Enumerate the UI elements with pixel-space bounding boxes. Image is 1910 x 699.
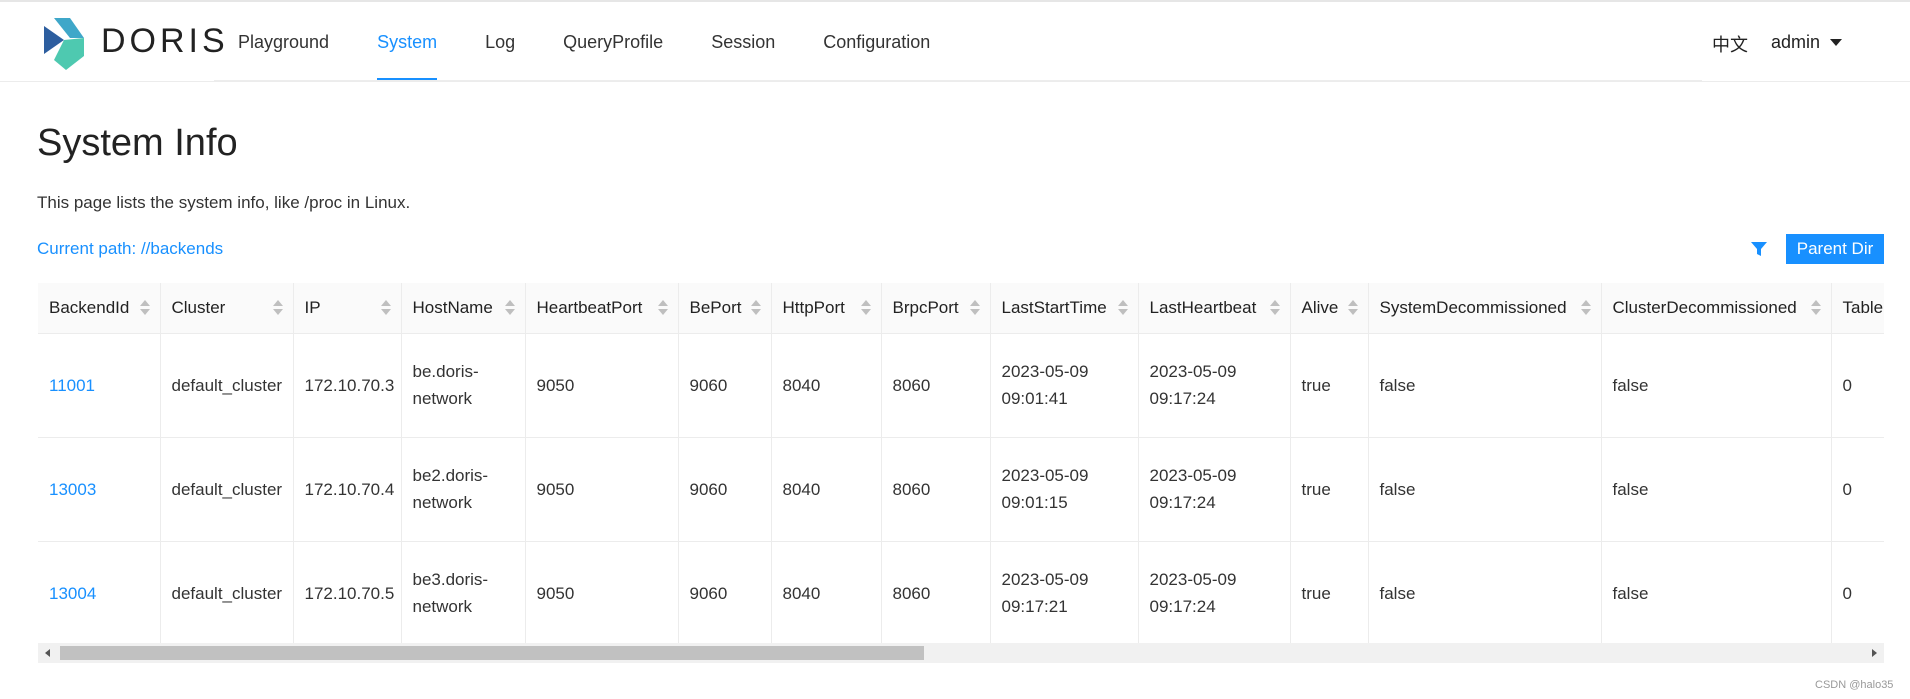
sort-icon[interactable] [504,300,515,316]
last-start-time-cell: 2023-05-09 09:17:21 [990,541,1139,643]
system-decommissioned-cell: false [1368,437,1602,542]
column-header[interactable]: BackendId [38,283,161,334]
sort-icon[interactable] [272,300,283,316]
backends-table: BackendId Cluster IP HostName HeartbeatP… [38,283,1884,643]
top-header: DORIS Playground System Log QueryProfile… [0,0,1910,82]
last-start-time-cell: 2023-05-09 09:01:15 [990,437,1139,542]
alive-cell: true [1290,333,1369,438]
sort-icon[interactable] [1347,300,1358,316]
filter-icon[interactable] [1750,240,1768,258]
column-header[interactable]: IP [293,283,402,334]
brand-name[interactable]: DORIS [101,22,229,61]
backend-id-link[interactable]: 13004 [38,541,161,643]
table-row: 11001 default_cluster 172.10.70.3 be.dor… [38,333,1884,438]
sort-icon[interactable] [1810,300,1821,316]
http-port-cell: 8040 [771,333,882,438]
cluster-cell: default_cluster [160,333,294,438]
column-header[interactable]: LastHeartbeat [1138,283,1291,334]
page-title: System Info [37,122,238,164]
column-header[interactable]: HostName [401,283,526,334]
nav-queryprofile[interactable]: QueryProfile [539,2,687,82]
column-header[interactable]: BePort [678,283,772,334]
heartbeat-port-cell: 9050 [525,437,679,542]
sort-icon[interactable] [969,300,980,316]
sort-icon[interactable] [750,300,761,316]
http-port-cell: 8040 [771,437,882,542]
be-port-cell: 9060 [678,437,772,542]
brpc-port-cell: 8060 [881,333,991,438]
cluster-decommissioned-cell: false [1601,437,1832,542]
nav-playground[interactable]: Playground [214,2,353,82]
nav-log[interactable]: Log [461,2,539,82]
hostname-cell: be2.doris-network [401,437,526,542]
be-port-cell: 9060 [678,333,772,438]
brpc-port-cell: 8060 [881,541,991,643]
scrollbar-thumb[interactable] [60,646,924,660]
http-port-cell: 8040 [771,541,882,643]
table-row: 13003 default_cluster 172.10.70.4 be2.do… [38,437,1884,542]
sort-icon[interactable] [380,300,391,316]
ip-cell: 172.10.70.5 [293,541,402,643]
cluster-decommissioned-cell: false [1601,333,1832,438]
sort-icon[interactable] [657,300,668,316]
nav-configuration[interactable]: Configuration [799,2,954,82]
table-num-cell: 0 [1831,333,1884,438]
ip-cell: 172.10.70.4 [293,437,402,542]
column-header[interactable]: Cluster [160,283,294,334]
sort-icon[interactable] [139,300,150,316]
page-description: This page lists the system info, like /p… [37,193,411,212]
parent-dir-button[interactable]: Parent Dir [1786,234,1884,264]
table-num-cell: 0 [1831,541,1884,643]
column-header[interactable]: Table [1831,283,1884,334]
be-port-cell: 9060 [678,541,772,643]
last-heartbeat-cell: 2023-05-09 09:17:24 [1138,541,1291,643]
sort-icon[interactable] [1269,300,1280,316]
last-heartbeat-cell: 2023-05-09 09:17:24 [1138,333,1291,438]
language-switch[interactable]: 中文 [1712,31,1748,57]
last-heartbeat-cell: 2023-05-09 09:17:24 [1138,437,1291,542]
nav-system[interactable]: System [353,2,461,82]
watermark: CSDN @halo35 [1815,679,1894,691]
column-header[interactable]: Alive [1290,283,1369,334]
sort-icon[interactable] [1117,300,1128,316]
caret-down-icon [1830,39,1843,46]
sort-icon[interactable] [1580,300,1591,316]
nav-session[interactable]: Session [687,2,799,82]
brpc-port-cell: 8060 [881,437,991,542]
hostname-cell: be.doris-network [401,333,526,438]
system-decommissioned-cell: false [1368,541,1602,643]
table-num-cell: 0 [1831,437,1884,542]
heartbeat-port-cell: 9050 [525,333,679,438]
backend-id-link[interactable]: 11001 [38,333,161,438]
column-header[interactable]: HttpPort [771,283,882,334]
table-header-row: BackendId Cluster IP HostName HeartbeatP… [38,283,1884,334]
user-menu[interactable]: admin [1771,32,1843,53]
nav-divider [214,80,1702,81]
scroll-left-icon[interactable] [45,649,50,657]
heartbeat-port-cell: 9050 [525,541,679,643]
sort-icon[interactable] [860,300,871,316]
column-header[interactable]: LastStartTime [990,283,1139,334]
current-path-link[interactable]: Current path: //backends [37,239,223,259]
alive-cell: true [1290,541,1369,643]
cluster-cell: default_cluster [160,541,294,643]
cluster-cell: default_cluster [160,437,294,542]
alive-cell: true [1290,437,1369,542]
system-decommissioned-cell: false [1368,333,1602,438]
scroll-right-icon[interactable] [1872,649,1877,657]
main-nav: Playground System Log QueryProfile Sessi… [214,2,954,82]
user-name: admin [1771,32,1821,52]
last-start-time-cell: 2023-05-09 09:01:41 [990,333,1139,438]
column-header[interactable]: ClusterDecommissioned [1601,283,1832,334]
column-header[interactable]: BrpcPort [881,283,991,334]
doris-logo-icon[interactable] [40,16,92,72]
horizontal-scrollbar[interactable] [38,643,1884,663]
backend-id-link[interactable]: 13003 [38,437,161,542]
hostname-cell: be3.doris-network [401,541,526,643]
cluster-decommissioned-cell: false [1601,541,1832,643]
ip-cell: 172.10.70.3 [293,333,402,438]
column-header[interactable]: SystemDecommissioned [1368,283,1602,334]
table-row: 13004 default_cluster 172.10.70.5 be3.do… [38,541,1884,643]
column-header[interactable]: HeartbeatPort [525,283,679,334]
